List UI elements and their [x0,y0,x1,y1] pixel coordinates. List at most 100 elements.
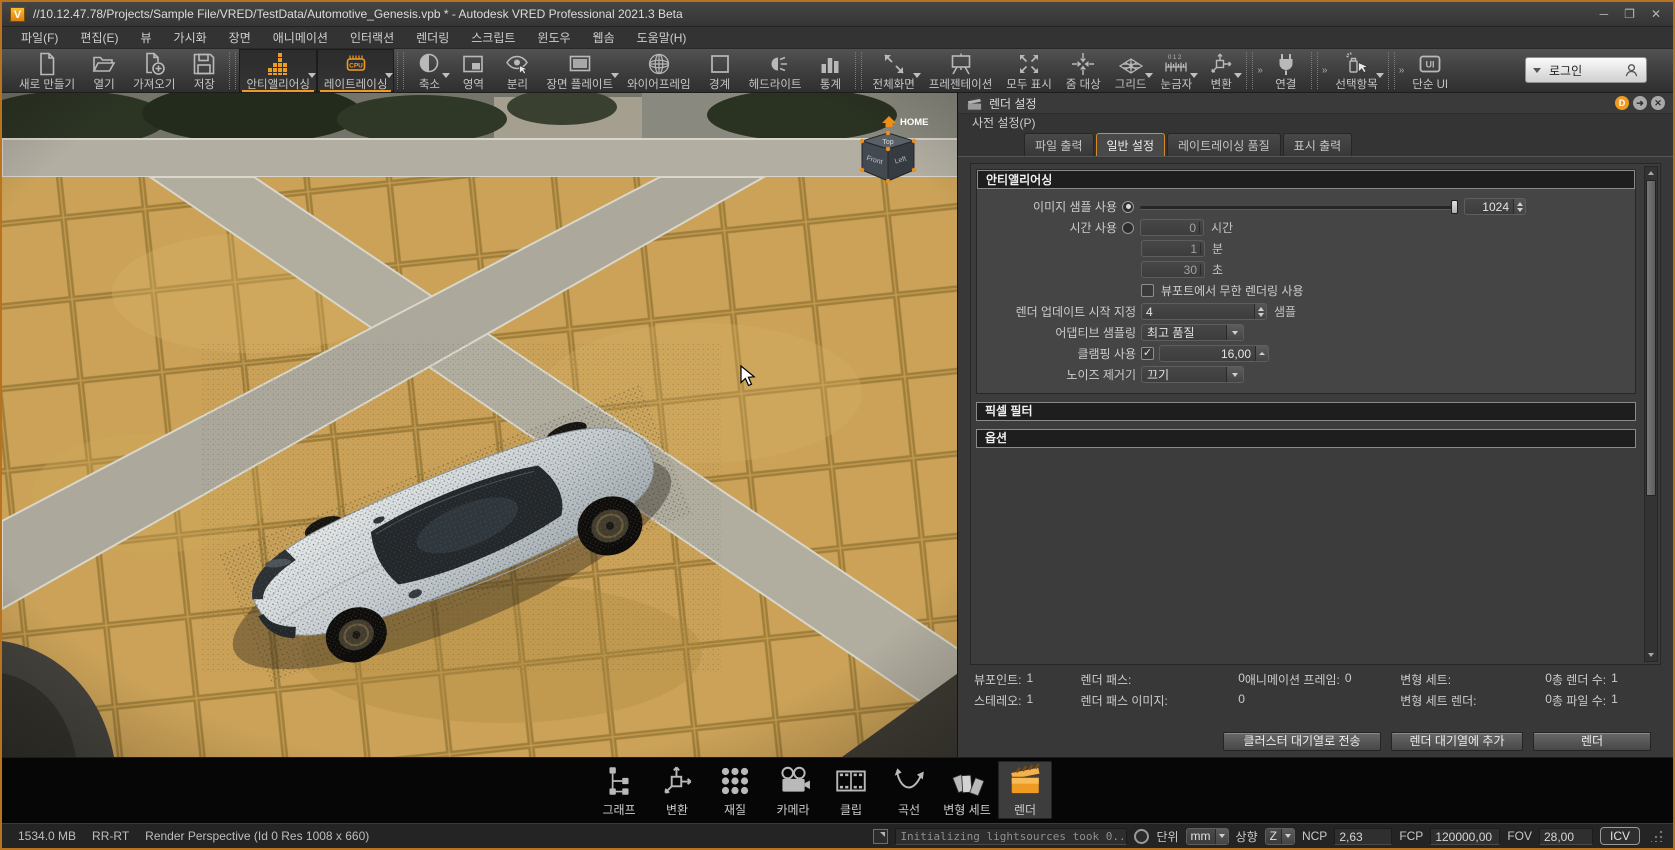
dropdown-arrow-icon[interactable] [1144,73,1153,78]
toolbar-button-headlight[interactable]: 헤드라이트 [742,49,809,92]
toolbar-button-open[interactable]: 열기 [82,49,126,92]
panel-header[interactable]: 렌더 설정 D ➜ ✕ [958,93,1673,114]
up-axis-dropdown[interactable]: Z [1264,827,1295,845]
menu-window[interactable]: 윈도우 [526,27,581,49]
dock-button-graph[interactable]: 그래프 [592,761,646,819]
menu-help[interactable]: 도움말(H) [626,27,698,49]
toolbar-button-boundary[interactable]: 경계 [698,49,742,92]
render-button[interactable]: 렌더 [1533,732,1651,751]
menu-edit[interactable]: 편집(E) [69,27,129,49]
toolbar-button-raytracing[interactable]: CPU 레이트레이싱 [316,49,395,92]
render-queue-button[interactable]: 렌더 대기열에 추가 [1391,732,1523,751]
toolbar-button-ruler[interactable]: 0 1 2 눈금자 [1154,49,1200,92]
dock-button-render[interactable]: 렌더 [998,761,1052,819]
hours-field[interactable]: 0 [1140,219,1204,236]
toolbar-button-transform[interactable]: 변환 [1199,49,1243,92]
toolbar-button-show-all[interactable]: 모두 표시 [999,49,1059,92]
toolbar-button-region[interactable]: 영역 [451,49,495,92]
viewport-3d[interactable]: HOME Top Front Left [2,93,958,757]
menu-webshop[interactable]: 웹솜 [582,27,626,49]
toolbar-button-new-file[interactable]: 새로 만들기 [12,49,82,92]
toolbar-button-selection[interactable]: 선택항목 [1328,49,1384,92]
ncp-field[interactable]: 2,63 [1334,827,1393,845]
dock-button-material[interactable]: 재질 [708,761,762,819]
toolbar-button-wireframe[interactable]: 와이어프레임 [620,49,697,92]
pixel-filter-section[interactable]: 픽셀 필터 [976,402,1636,421]
status-message-field[interactable]: Initializing lightsources took 0... [895,827,1128,845]
toolbar-button-import[interactable]: 가져오기 [126,49,182,92]
image-samples-radio[interactable] [1122,200,1134,213]
menu-scene[interactable]: 장면 [218,27,262,49]
panel-close-button[interactable]: ✕ [1651,96,1665,110]
toolbar-button-downscale[interactable]: 축소 [407,49,451,92]
dock-button-transform[interactable]: 변환 [650,761,704,819]
icv-button[interactable]: ICV [1599,827,1640,845]
resize-grip[interactable] [1651,830,1663,842]
dropdown-arrow-icon[interactable] [912,73,921,78]
slider-handle[interactable] [1451,199,1458,214]
minutes-field[interactable]: 1 [1141,240,1205,257]
tab-file-output[interactable]: 파일 출력 [1024,133,1094,156]
toolbar-button-statistics[interactable]: 통계 [808,49,852,92]
dock-button-variant-sets[interactable]: 변형 세트 [940,761,994,819]
menu-file[interactable]: 파일(F) [10,27,69,49]
toolbar-button-isolate[interactable]: 분리 [495,49,539,92]
overflow-chevron-icon[interactable]: » [1322,65,1328,76]
menu-interaction[interactable]: 인터랙션 [339,27,405,49]
toolbar-button-presentation[interactable]: 프레젠테이션 [922,49,999,92]
overflow-chevron-icon[interactable]: » [1399,65,1405,76]
presets-menu[interactable]: 사전 설정(P) [958,114,1673,133]
dock-button-curve[interactable]: 곡선 [882,761,936,819]
dropdown-arrow-icon[interactable] [1234,73,1243,78]
menu-view[interactable]: 뷰 [129,27,162,49]
seconds-field[interactable]: 30 [1141,261,1205,278]
dropdown-arrow-icon[interactable] [385,73,394,78]
panel-scrollbar[interactable] [1644,166,1658,662]
dock-button-camera[interactable]: 카메라 [766,761,820,819]
toolbar-button-backplate[interactable]: 장면 플레이트 [539,49,620,92]
toolbar-button-connect[interactable]: 연결 [1264,49,1308,92]
restore-button[interactable]: ❐ [1624,7,1635,21]
toolbar-button-fullscreen[interactable]: 전체화면 [865,49,921,92]
login-button[interactable]: 로그인 [1525,57,1647,83]
dock-button-clip[interactable]: 클립 [824,761,878,819]
toolbar-button-grid[interactable]: 그리드 [1108,49,1154,92]
render-scene[interactable] [2,93,958,757]
close-button[interactable]: ✕ [1651,7,1661,21]
tab-general-settings[interactable]: 일반 설정 [1095,133,1165,156]
clock-icon[interactable] [1134,828,1150,844]
panel-arrow-button[interactable]: ➜ [1633,96,1647,110]
home-icon[interactable] [882,116,896,127]
toolbar-button-zoom-target[interactable]: 줌 대상 [1059,49,1108,92]
clamping-spinbox[interactable]: 16,00 [1159,345,1269,362]
infinite-render-checkbox[interactable] [1141,284,1154,297]
options-section[interactable]: 옵션 [976,429,1636,448]
navigation-cube[interactable]: HOME Top Front Left [844,111,934,187]
toolbar-button-save[interactable]: 저장 [182,49,226,92]
tab-display-output[interactable]: 표시 출력 [1282,133,1353,156]
use-time-radio[interactable] [1122,221,1134,234]
antialiasing-header[interactable]: 안티앨리어싱 [977,170,1635,189]
unit-dropdown[interactable]: mm [1185,827,1229,845]
image-samples-slider[interactable] [1140,199,1458,214]
menu-rendering[interactable]: 렌더링 [405,27,460,49]
dropdown-arrow-icon[interactable] [307,73,316,78]
dropdown-arrow-icon[interactable] [611,73,620,78]
menu-script[interactable]: 스크립트 [460,27,526,49]
clamping-checkbox[interactable] [1141,347,1154,360]
tab-raytracing-quality[interactable]: 레이트레이싱 품질 [1167,133,1281,156]
overflow-chevron-icon[interactable]: » [1257,65,1263,76]
dropdown-arrow-icon[interactable] [442,73,451,78]
console-icon[interactable] [873,828,889,844]
toolbar-button-simple-ui[interactable]: UI 단순 UI [1405,49,1455,92]
denoiser-dropdown[interactable]: 끄기 [1141,366,1244,383]
scroll-thumb[interactable] [1646,180,1656,497]
menu-animation[interactable]: 애니메이션 [262,27,339,49]
toolbar-button-antialiasing[interactable]: 안티앨리어싱 [239,49,317,92]
dock-toggle-button[interactable]: D [1615,96,1629,110]
render-update-spinbox[interactable]: 4 [1141,303,1267,320]
image-samples-spinbox[interactable]: 1024 [1464,198,1526,215]
cluster-queue-button[interactable]: 클러스터 대기열로 전송 [1223,732,1381,751]
home-label[interactable]: HOME [900,117,929,128]
menu-visualize[interactable]: 가시화 [163,27,218,49]
